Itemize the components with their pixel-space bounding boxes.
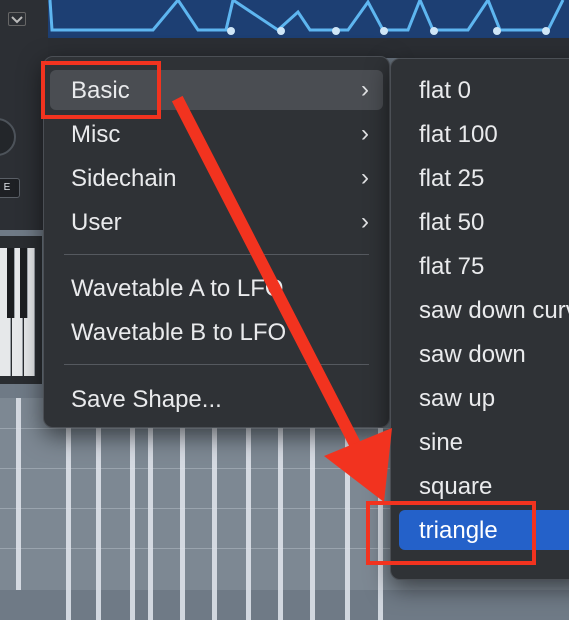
submenu-item-label: flat 25 (419, 165, 485, 192)
submenu-item-flat-50[interactable]: flat 50 (399, 202, 569, 242)
chevron-right-icon: › (361, 208, 369, 235)
submenu-item-label: flat 100 (419, 121, 498, 148)
piano-key-black[interactable] (7, 248, 15, 318)
submenu-item-label: flat 50 (419, 209, 485, 236)
piano-key-black[interactable] (20, 248, 28, 318)
chevron-right-icon: › (361, 76, 369, 103)
submenu-item-square[interactable]: square (399, 466, 569, 506)
submenu-item-flat-25[interactable]: flat 25 (399, 158, 569, 198)
grid-step (180, 428, 185, 620)
lfo-waveform (48, 0, 565, 35)
submenu-item-label: square (419, 473, 493, 500)
submenu-item-label: saw up (419, 385, 496, 412)
submenu-item-label: saw down curve (419, 297, 569, 324)
mode-button[interactable]: E (0, 178, 20, 198)
menu-item-save-shape[interactable]: Save Shape... (50, 379, 383, 419)
menu-item-label: Wavetable B to LFO (71, 319, 287, 346)
grid-step (246, 428, 251, 620)
menu-item-label: User (71, 209, 122, 236)
menu-item-user[interactable]: User › (50, 202, 383, 242)
chevron-right-icon: › (361, 120, 369, 147)
annotation-highlight-basic (41, 61, 161, 119)
submenu-item-label: sine (419, 429, 464, 456)
knob[interactable] (0, 118, 16, 156)
grid-step (96, 428, 101, 620)
menu-item-label: Sidechain (71, 165, 177, 192)
menu-item-misc[interactable]: Misc › (50, 114, 383, 154)
annotation-highlight-triangle (366, 501, 536, 565)
chevron-down-icon[interactable] (8, 12, 26, 26)
submenu-item-saw-down-curve[interactable]: saw down curve (399, 290, 569, 330)
submenu-item-saw-down[interactable]: saw down (399, 334, 569, 374)
grid-step (130, 428, 135, 620)
submenu-item-saw-up[interactable]: saw up (399, 378, 569, 418)
grid-step (310, 428, 315, 620)
submenu-item-label: flat 0 (419, 77, 472, 104)
grid-step (66, 428, 71, 620)
submenu-item-label: flat 75 (419, 253, 485, 280)
submenu-item-label: saw down (419, 341, 526, 368)
submenu-item-flat-100[interactable]: flat 100 (399, 114, 569, 154)
menu-item-label: Save Shape... (71, 386, 222, 413)
menu-item-label: Wavetable A to LFO (71, 275, 284, 302)
grid-step (16, 398, 21, 590)
grid-step (345, 428, 350, 620)
menu-separator (64, 364, 369, 365)
grid-step (278, 428, 283, 620)
menu-separator (64, 254, 369, 255)
chevron-right-icon: › (361, 164, 369, 191)
menu-item-label: Misc (71, 121, 121, 148)
submenu-item-flat-0[interactable]: flat 0 (399, 70, 569, 110)
submenu-item-flat-75[interactable]: flat 75 (399, 246, 569, 286)
menu-item-sidechain[interactable]: Sidechain › (50, 158, 383, 198)
submenu-item-sine[interactable]: sine (399, 422, 569, 462)
piano-keyboard[interactable] (0, 236, 42, 384)
menu-item-wavetable-b-to-lfo[interactable]: Wavetable B to LFO (50, 312, 383, 352)
grid-step (212, 428, 217, 620)
lfo-shape-display[interactable] (48, 0, 569, 38)
menu-item-wavetable-a-to-lfo[interactable]: Wavetable A to LFO (50, 268, 383, 308)
grid-step (148, 428, 153, 620)
